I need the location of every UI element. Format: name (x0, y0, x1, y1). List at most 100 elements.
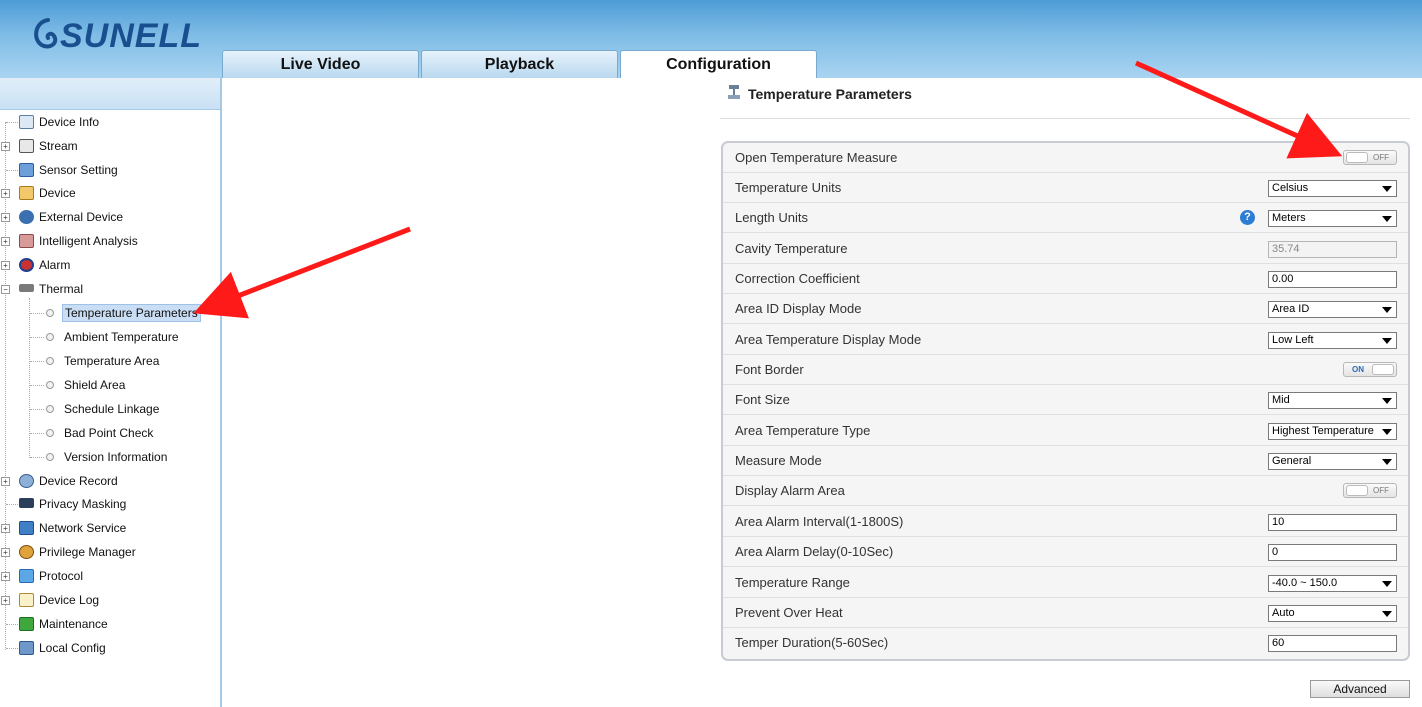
sidebar-item-intelligent-analysis[interactable]: + Intelligent Analysis (0, 231, 200, 251)
settings-tool-icon (728, 85, 740, 99)
sidebar-subitem-version-information[interactable]: Version Information (0, 447, 210, 467)
font-border-toggle[interactable]: ON (1343, 362, 1397, 377)
select-value: Area ID (1272, 303, 1310, 315)
tree-connector (30, 337, 44, 338)
form-row-temperature-range: Temperature Range -40.0 ~ 150.0 (723, 568, 1408, 598)
expand-icon[interactable]: + (1, 523, 10, 533)
expand-icon[interactable]: + (1, 476, 10, 486)
expand-icon[interactable]: + (1, 547, 10, 557)
open-temperature-measure-toggle[interactable]: OFF (1343, 150, 1397, 165)
sidebar-subitem-label: Temperature Parameters (62, 304, 201, 322)
area-alarm-interval-field[interactable]: 10 (1268, 514, 1397, 531)
alarm-icon (19, 258, 34, 272)
expand-icon[interactable]: + (1, 595, 10, 605)
sidebar-subitem-ambient-temperature[interactable]: Ambient Temperature (0, 327, 210, 347)
tab-configuration[interactable]: Configuration (620, 50, 817, 78)
maintenance-icon (19, 617, 34, 631)
form-row-open-temperature-measure: Open Temperature Measure OFF (723, 143, 1408, 173)
toggle-knob (1346, 152, 1368, 163)
page-title: Temperature Parameters (748, 86, 912, 102)
field-label: Temperature Units (735, 180, 842, 195)
font-size-select[interactable]: Mid (1268, 392, 1397, 409)
bullet-icon (46, 357, 54, 365)
sidebar-item-label: Device (39, 186, 76, 200)
expand-icon[interactable]: + (1, 571, 10, 581)
sidebar-item-label: Alarm (39, 258, 71, 272)
length-units-select[interactable]: Meters (1268, 210, 1397, 227)
sidebar-item-device-info[interactable]: Device Info (0, 112, 200, 132)
correction-coefficient-field[interactable]: 0.00 (1268, 271, 1397, 288)
sidebar-item-stream[interactable]: + Stream (0, 136, 200, 156)
help-icon[interactable]: ? (1240, 210, 1255, 225)
area-id-display-mode-select[interactable]: Area ID (1268, 301, 1397, 318)
collapse-icon[interactable]: − (1, 284, 10, 294)
advanced-button[interactable]: Advanced (1310, 680, 1410, 698)
temperature-range-select[interactable]: -40.0 ~ 150.0 (1268, 575, 1397, 592)
sidebar-subitem-temperature-parameters[interactable]: Temperature Parameters (0, 303, 210, 323)
sidebar-item-label: External Device (39, 210, 124, 224)
toggle-state: OFF (1373, 153, 1389, 162)
field-label: Font Size (735, 392, 790, 407)
sidebar: Device Info + Stream Sensor Setting + De… (0, 78, 222, 707)
select-value: Mid (1272, 394, 1290, 406)
sidebar-item-external-device[interactable]: + External Device (0, 207, 200, 227)
field-label: Display Alarm Area (735, 483, 845, 498)
sidebar-item-privilege-manager[interactable]: + Privilege Manager (0, 542, 200, 562)
chevron-down-icon (1382, 429, 1392, 435)
tab-playback[interactable]: Playback (421, 50, 618, 78)
area-temperature-type-select[interactable]: Highest Temperature (1268, 423, 1397, 440)
form-row-area-alarm-interval: Area Alarm Interval(1-1800S) 10 (723, 507, 1408, 537)
tree-connector (30, 433, 44, 434)
sidebar-item-alarm[interactable]: + Alarm (0, 255, 200, 275)
select-value: Low Left (1272, 334, 1314, 346)
expand-icon[interactable]: + (1, 188, 10, 198)
toggle-knob (1372, 364, 1394, 375)
expand-icon[interactable]: + (1, 141, 10, 151)
annotation-arrow-to-sidebar (193, 226, 411, 319)
field-label: Area Alarm Delay(0-10Sec) (735, 544, 894, 559)
prevent-over-heat-select[interactable]: Auto (1268, 605, 1397, 622)
divider (720, 118, 1410, 119)
toggle-state: OFF (1373, 486, 1389, 495)
tree-connector (30, 409, 44, 410)
field-label: Temperature Range (735, 575, 850, 590)
sidebar-subitem-schedule-linkage[interactable]: Schedule Linkage (0, 399, 210, 419)
main-tabs: Live Video Playback Configuration (222, 50, 819, 78)
expand-icon[interactable]: + (1, 236, 10, 246)
sidebar-item-label: Privilege Manager (39, 545, 136, 559)
temperature-units-select[interactable]: Celsius (1268, 180, 1397, 197)
sidebar-item-privacy-masking[interactable]: Privacy Masking (0, 494, 200, 514)
area-alarm-delay-field[interactable]: 0 (1268, 544, 1397, 561)
sidebar-subitem-bad-point-check[interactable]: Bad Point Check (0, 423, 210, 443)
form-row-measure-mode: Measure Mode General (723, 446, 1408, 476)
sidebar-subitem-temperature-area[interactable]: Temperature Area (0, 351, 210, 371)
select-value: Celsius (1272, 182, 1309, 194)
form-row-font-size: Font Size Mid (723, 385, 1408, 415)
measure-mode-select[interactable]: General (1268, 453, 1397, 470)
sidebar-item-label: Maintenance (39, 617, 108, 631)
bullet-icon (46, 309, 54, 317)
expand-icon[interactable]: + (1, 260, 10, 270)
display-alarm-area-toggle[interactable]: OFF (1343, 483, 1397, 498)
temper-duration-field[interactable]: 60 (1268, 635, 1397, 652)
bullet-icon (46, 453, 54, 461)
sidebar-item-sensor-setting[interactable]: Sensor Setting (0, 160, 200, 180)
tab-live-video[interactable]: Live Video (222, 50, 419, 78)
sidebar-item-local-config[interactable]: Local Config (0, 638, 200, 658)
sidebar-subitem-label: Schedule Linkage (64, 402, 160, 416)
sidebar-item-label: Privacy Masking (39, 497, 127, 511)
area-temperature-display-mode-select[interactable]: Low Left (1268, 332, 1397, 349)
sidebar-item-device[interactable]: + Device (0, 183, 200, 203)
bullet-icon (46, 333, 54, 341)
sidebar-item-protocol[interactable]: + Protocol (0, 566, 200, 586)
sidebar-item-maintenance[interactable]: Maintenance (0, 614, 200, 634)
sidebar-item-network-service[interactable]: + Network Service (0, 518, 200, 538)
expand-icon[interactable]: + (1, 212, 10, 222)
sidebar-item-thermal[interactable]: − Thermal (0, 279, 200, 299)
sidebar-item-device-record[interactable]: + Device Record (0, 471, 200, 491)
chevron-down-icon (1382, 459, 1392, 465)
sidebar-item-label: Device Info (39, 115, 100, 129)
sidebar-subitem-shield-area[interactable]: Shield Area (0, 375, 210, 395)
form-row-cavity-temperature: Cavity Temperature 35.74 (723, 234, 1408, 264)
sidebar-item-device-log[interactable]: + Device Log (0, 590, 200, 610)
